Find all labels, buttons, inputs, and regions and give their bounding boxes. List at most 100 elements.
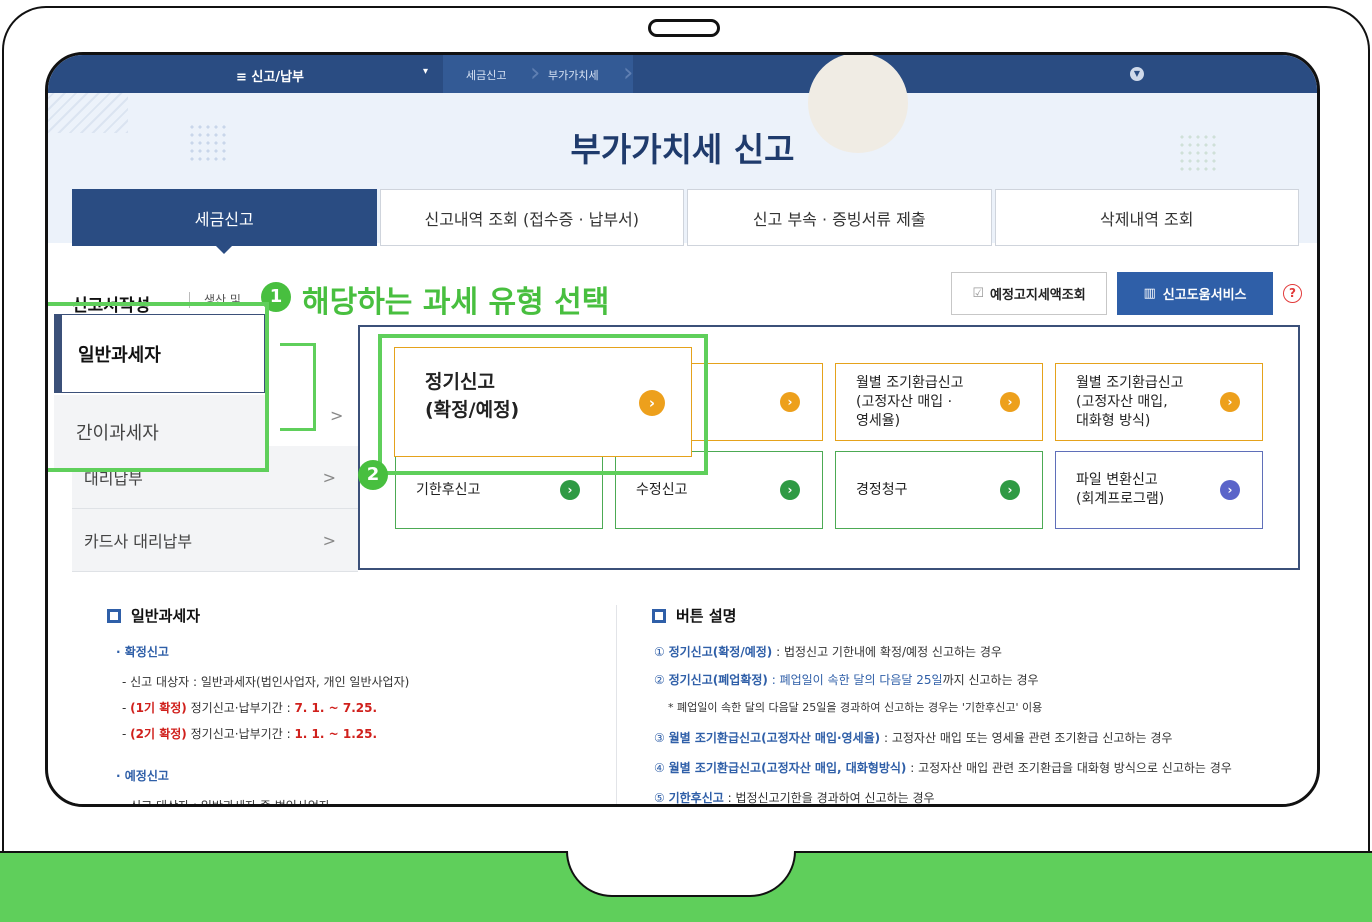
item-title: 정기신고(확정/예정) bbox=[668, 645, 773, 659]
simple-taxpayer-button[interactable]: 간이과세자 bbox=[54, 395, 265, 468]
tab-report-history[interactable]: 신고내역 조회 (접수증 · 납부서) bbox=[379, 189, 684, 246]
camera-slot bbox=[648, 19, 720, 37]
highlight-bracket bbox=[280, 343, 316, 431]
arrow-right-icon: › bbox=[1000, 480, 1020, 500]
interim-report-title: · 예정신고 bbox=[116, 769, 169, 783]
breadcrumb-separator: › bbox=[530, 58, 541, 88]
item-text: 까지 신고하는 경우 bbox=[942, 673, 1039, 687]
square-bullet-icon bbox=[652, 608, 666, 623]
description-item: ⑤ 기한후신고 : 법정신고기한을 경과하여 신고하는 경우 bbox=[654, 789, 935, 805]
sidebar-item-label: 카드사 대리납부 bbox=[84, 532, 193, 551]
option-label-line: (확정/예정) bbox=[425, 399, 520, 421]
dash: - bbox=[122, 727, 127, 741]
description-note: * 폐업일이 속한 달의 다음달 25일을 경과하여 신고하는 경우는 '기한후… bbox=[668, 701, 1043, 714]
dash: - bbox=[122, 701, 127, 715]
tab-attachments[interactable]: 신고 부속 · 증빙서류 제출 bbox=[687, 189, 992, 246]
item-title: 기한후신고 bbox=[668, 791, 724, 805]
help-service-label: 신고도움서비스 bbox=[1162, 288, 1247, 303]
arrow-right-icon: › bbox=[780, 480, 800, 500]
screen: ≡ 신고/납부 ▾ 세금신고 › 부가가치세 › ▼ 부가가치세 신고 세금신고… bbox=[45, 52, 1320, 807]
item-text: : 고정자산 매입 관련 조기환급을 대화형 방식으로 신고하는 경우 bbox=[906, 761, 1232, 775]
option-label-line: 영세율) bbox=[856, 412, 901, 429]
page-title: 부가가치세 신고 bbox=[570, 130, 795, 169]
arrow-right-icon: › bbox=[780, 392, 800, 412]
top-navigation: ≡ 신고/납부 ▾ 세금신고 › 부가가치세 › ▼ bbox=[48, 55, 1317, 93]
period-text: 정기신고·납부기간 : bbox=[190, 701, 291, 715]
sidebar-item-card-agency-payment[interactable]: 카드사 대리납부 > bbox=[72, 509, 358, 572]
option-label-line: 월별 조기환급신고 bbox=[856, 374, 964, 391]
chevron-down-icon[interactable]: ▼ bbox=[1130, 67, 1144, 81]
home-button bbox=[566, 851, 796, 897]
tab-tax-report[interactable]: 세금신고 bbox=[72, 189, 377, 254]
menu-button[interactable]: ≡ 신고/납부 bbox=[236, 66, 304, 85]
option-label-line: (회계프로그램) bbox=[1076, 491, 1165, 507]
period-label: (2기 확정) bbox=[130, 727, 187, 741]
correction-claim-button[interactable]: 경정청구 › bbox=[835, 451, 1043, 529]
item-number: ⑤ bbox=[654, 791, 665, 805]
breadcrumb-item-tax-report[interactable]: 세금신고 bbox=[466, 67, 506, 83]
item-text: : 법정신고 기한내에 확정/예정 신고하는 경우 bbox=[772, 645, 1002, 659]
button-description-heading: 버튼 설명 bbox=[652, 605, 736, 626]
option-label: 경정청구 bbox=[856, 481, 908, 498]
item-text: : 고정자산 매입 또는 영세율 관련 조기환급 신고하는 경우 bbox=[880, 731, 1173, 745]
breadcrumb-item-vat[interactable]: 부가가치세 bbox=[548, 67, 599, 83]
step-1-instruction: 해당하는 과세 유형 선택 bbox=[302, 285, 610, 320]
item-title: 월별 조기환급신고(고정자산 매입·영세율) bbox=[668, 731, 881, 745]
confirm-target-text: - 신고 대상자 : 일반과세자(법인사업자, 개인 일반사업자) bbox=[122, 675, 410, 689]
period-label: (1기 확정) bbox=[130, 701, 187, 715]
option-label: 월별 조기환급신고 (고정자산 매입 · 영세율) bbox=[856, 374, 964, 431]
tab-bar: 세금신고 신고내역 조회 (접수증 · 납부서) 신고 부속 · 증빙서류 제출… bbox=[72, 189, 1299, 254]
arrow-right-icon: › bbox=[1220, 392, 1240, 412]
option-label: 월별 조기환급신고 (고정자산 매입, 대화형 방식) bbox=[1076, 374, 1184, 431]
item-number: ② bbox=[654, 673, 665, 687]
period-dates: 7. 1. ~ 7.25. bbox=[294, 701, 378, 715]
monthly-refund-fixed-button[interactable]: 월별 조기환급신고 (고정자산 매입 · 영세율) › bbox=[835, 363, 1043, 441]
option-label-line: (고정자산 매입 · bbox=[856, 393, 953, 410]
period-text: 정기신고·납부기간 : bbox=[190, 727, 291, 741]
heading-text: 일반과세자 bbox=[131, 607, 201, 625]
question-icon[interactable]: ? bbox=[1283, 284, 1302, 303]
square-bullet-icon bbox=[107, 608, 121, 623]
arrow-right-icon: › bbox=[639, 390, 665, 416]
description-item: ① 정기신고(확정/예정) : 법정신고 기한내에 확정/예정 신고하는 경우 bbox=[654, 643, 1002, 660]
item-title: 정기신고(폐업확정) bbox=[668, 673, 768, 687]
heading-text: 버튼 설명 bbox=[676, 607, 737, 625]
first-period-text: - (1기 확정) 정기신고·납부기간 : 7. 1. ~ 7.25. bbox=[122, 699, 377, 716]
divider bbox=[616, 605, 617, 804]
item-number: ① bbox=[654, 645, 665, 659]
description-section: 일반과세자 · 확정신고 - 신고 대상자 : 일반과세자(법인사업자, 개인 … bbox=[72, 575, 1299, 805]
option-label: 기한후신고 bbox=[416, 481, 481, 498]
help-service-button[interactable]: ▥ 신고도움서비스 bbox=[1117, 272, 1273, 315]
arrow-right-icon: › bbox=[1220, 480, 1240, 500]
file-conversion-button[interactable]: 파일 변환신고 (회계프로그램) › bbox=[1055, 451, 1263, 529]
description-item: ④ 월별 조기환급신고(고정자산 매입, 대화형방식) : 고정자산 매입 관련… bbox=[654, 759, 1232, 776]
monthly-refund-interactive-button[interactable]: 월별 조기환급신고 (고정자산 매입, 대화형 방식) › bbox=[1055, 363, 1263, 441]
option-label: 수정신고 bbox=[636, 481, 688, 498]
item-number: ④ bbox=[654, 761, 665, 775]
arrow-right-icon: › bbox=[560, 480, 580, 500]
period-dates: 1. 1. ~ 1.25. bbox=[294, 727, 378, 741]
general-taxpayer-button[interactable]: 일반과세자 bbox=[54, 314, 265, 393]
general-taxpayer-heading: 일반과세자 bbox=[107, 605, 200, 626]
option-label-line: 월별 조기환급신고 bbox=[1076, 374, 1184, 391]
item-number: ③ bbox=[654, 731, 665, 745]
tab-deleted-history[interactable]: 삭제내역 조회 bbox=[994, 189, 1299, 246]
option-label-line: 파일 변환신고 bbox=[1076, 472, 1158, 488]
description-item: ③ 월별 조기환급신고(고정자산 매입·영세율) : 고정자산 매입 또는 영세… bbox=[654, 729, 1172, 746]
option-label-line: (고정자산 매입, bbox=[1076, 393, 1168, 410]
menu-dropdown-icon[interactable]: ▾ bbox=[423, 66, 428, 77]
option-label-line: 정기신고 bbox=[425, 371, 495, 393]
option-label: 파일 변환신고 (회계프로그램) bbox=[1076, 471, 1164, 509]
item-title: 월별 조기환급신고(고정자산 매입, 대화형방식) bbox=[668, 761, 907, 775]
description-item: ② 정기신고(폐업확정) : 폐업일이 속한 달의 다음달 25일까지 신고하는… bbox=[654, 671, 1039, 688]
second-period-text: - (2기 확정) 정기신고·납부기간 : 1. 1. ~ 1.25. bbox=[122, 725, 377, 742]
book-icon: ▥ bbox=[1143, 286, 1156, 301]
confirm-report-title: · 확정신고 bbox=[116, 645, 169, 659]
item-text: : 법정신고기한을 경과하여 신고하는 경우 bbox=[723, 791, 935, 805]
regular-report-button[interactable]: 정기신고 (확정/예정) › bbox=[394, 347, 692, 457]
chevron-right-icon: > bbox=[322, 467, 336, 487]
checklist-icon: ☑ bbox=[972, 286, 984, 301]
chevron-right-icon: > bbox=[330, 406, 344, 425]
estimate-tax-button[interactable]: ☑ 예정고지세액조회 bbox=[951, 272, 1107, 315]
chevron-right-icon: > bbox=[322, 530, 336, 550]
